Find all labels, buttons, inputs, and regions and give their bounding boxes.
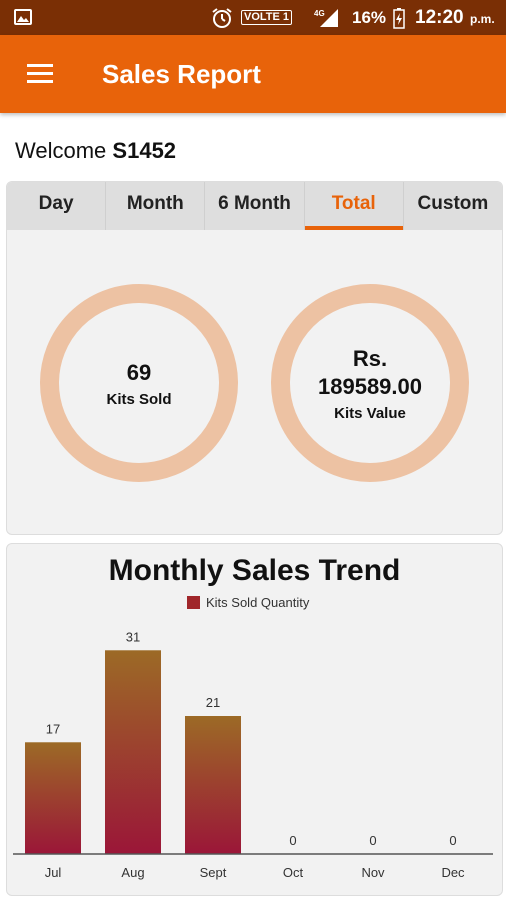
x-tick-nov: Nov	[361, 865, 385, 880]
x-tick-oct: Oct	[283, 865, 304, 880]
clock-time: 12:20	[415, 7, 464, 28]
tab-custom[interactable]: Custom	[404, 182, 502, 230]
data-label-dec: 0	[449, 833, 456, 848]
data-label-nov: 0	[369, 833, 376, 848]
data-label-jul: 17	[46, 721, 60, 736]
x-tick-aug: Aug	[121, 865, 144, 880]
welcome-prefix: Welcome	[15, 138, 107, 163]
welcome-text: Welcome S1452	[15, 138, 176, 164]
app-bar: Sales Report	[0, 35, 506, 113]
kits-value-currency: Rs.	[352, 345, 388, 371]
battery-charging-icon	[392, 7, 406, 34]
volte-badge: VOLTE 1	[241, 10, 293, 25]
x-tick-jul: Jul	[45, 865, 62, 880]
bar-jul	[25, 742, 81, 854]
signal-icon: 4G	[312, 7, 342, 34]
data-label-aug: 31	[126, 629, 140, 644]
kits-sold-value: 69	[126, 359, 152, 385]
data-label-oct: 0	[289, 833, 296, 848]
tab-6-month[interactable]: 6 Month	[205, 182, 305, 230]
svg-text:4G: 4G	[314, 9, 325, 18]
clock-ampm: p.m.	[470, 12, 495, 26]
tab-day[interactable]: Day	[7, 182, 107, 230]
image-notification-icon	[14, 9, 32, 25]
tab-total[interactable]: Total	[304, 182, 404, 230]
x-tick-dec: Dec	[441, 865, 465, 880]
bar-aug	[105, 650, 161, 854]
status-bar: VOLTE 1 4G 16% 12:20 p.m.	[0, 0, 506, 35]
kits-value-label: Kits Value	[334, 404, 406, 422]
kits-sold-label: Kits Sold	[106, 390, 172, 408]
data-label-sept: 21	[206, 695, 220, 710]
hamburger-menu-icon[interactable]	[27, 64, 53, 84]
chart-card: Monthly Sales Trend Kits Sold Quantity 1…	[6, 543, 503, 896]
kits-sold-ring: 69 Kits Sold	[40, 284, 238, 482]
battery-percent: 16%	[352, 8, 387, 27]
period-tabs: Day Month 6 Month Total Custom	[7, 182, 502, 230]
summary-card: Day Month 6 Month Total Custom 69 Kits S…	[6, 181, 503, 535]
tab-month[interactable]: Month	[106, 182, 206, 230]
user-id: S1452	[112, 138, 177, 163]
bar-sept	[185, 716, 241, 854]
kits-value-amount: 189589.00	[318, 373, 422, 399]
alarm-icon	[211, 7, 233, 34]
page-title: Sales Report	[102, 59, 261, 89]
kits-value-ring: Rs. 189589.00 Kits Value	[271, 284, 469, 482]
bar-chart: 17 Jul 31 Aug 21 Sept 0 Oct 0 Nov 0 Dec	[13, 629, 493, 880]
x-tick-sept: Sept	[200, 865, 227, 880]
